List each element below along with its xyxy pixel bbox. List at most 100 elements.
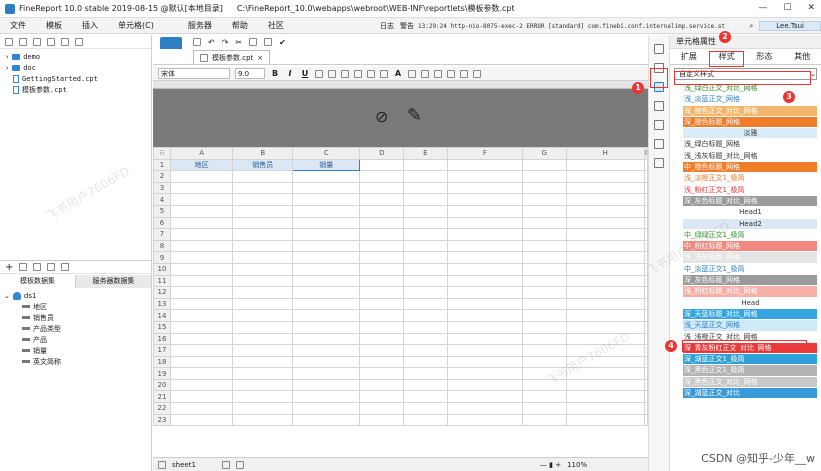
cell[interactable] bbox=[565, 181, 645, 195]
style-item[interactable]: 淡雅 bbox=[683, 128, 817, 140]
cell[interactable] bbox=[403, 204, 448, 218]
cell[interactable] bbox=[521, 251, 567, 264]
tab-shape[interactable]: 形态 bbox=[746, 49, 784, 64]
style-item[interactable]: 深_灰色标题_网格 bbox=[683, 275, 817, 287]
cell[interactable] bbox=[359, 216, 405, 230]
style-item[interactable]: 深_天蓝标题_对比_网格 bbox=[683, 308, 817, 321]
cell[interactable] bbox=[232, 181, 294, 195]
copy-icon[interactable] bbox=[61, 263, 70, 271]
cell[interactable] bbox=[446, 390, 523, 404]
link-icon[interactable] bbox=[654, 158, 664, 168]
cell[interactable] bbox=[446, 402, 523, 415]
cell[interactable] bbox=[292, 413, 361, 427]
italic-icon[interactable]: I bbox=[285, 69, 295, 78]
parameter-pane[interactable]: ⊘ ✎ bbox=[153, 89, 648, 147]
col-header[interactable]: G bbox=[521, 147, 567, 160]
style-item[interactable]: 浅_浅灰标题_网格 bbox=[683, 252, 817, 264]
cell-c1[interactable]: 销量 bbox=[292, 158, 361, 172]
style-item[interactable]: 浅_绿白标题_网格 bbox=[683, 139, 817, 151]
row-header[interactable]: 7 bbox=[153, 228, 171, 241]
cell[interactable] bbox=[446, 251, 523, 264]
align-right-icon[interactable] bbox=[341, 69, 349, 78]
cell[interactable] bbox=[292, 309, 361, 322]
cell[interactable] bbox=[292, 390, 361, 404]
menu-help[interactable]: 帮助 bbox=[222, 20, 258, 31]
widget-icon[interactable] bbox=[654, 120, 664, 130]
row-header[interactable]: 1 bbox=[153, 158, 171, 172]
rename-icon[interactable] bbox=[61, 37, 69, 46]
cell[interactable] bbox=[169, 413, 234, 427]
row-header[interactable]: 19 bbox=[153, 367, 171, 380]
cell[interactable] bbox=[169, 367, 234, 380]
tree-item-doc[interactable]: › doc bbox=[5, 62, 151, 73]
align-center-icon[interactable] bbox=[328, 69, 336, 78]
cell[interactable] bbox=[292, 297, 361, 311]
col-header[interactable]: B bbox=[232, 147, 294, 160]
font-color-icon[interactable]: A bbox=[393, 69, 403, 78]
paste-icon[interactable] bbox=[264, 38, 273, 46]
style-item[interactable]: 浅_天蓝正文_网格 bbox=[683, 320, 817, 332]
row-header[interactable]: 11 bbox=[153, 274, 171, 288]
cell[interactable] bbox=[565, 320, 645, 334]
cell[interactable] bbox=[359, 228, 405, 241]
cell[interactable] bbox=[359, 204, 405, 218]
slash-icon[interactable] bbox=[460, 69, 468, 78]
cell[interactable] bbox=[292, 320, 361, 334]
cell[interactable] bbox=[403, 355, 448, 369]
add-icon[interactable]: + bbox=[5, 262, 13, 273]
style-item[interactable]: 中_淡蓝正文1_极简 bbox=[683, 263, 817, 276]
cell[interactable] bbox=[446, 320, 523, 334]
cell[interactable] bbox=[359, 251, 405, 264]
cell[interactable] bbox=[169, 297, 234, 311]
cell[interactable] bbox=[446, 309, 523, 322]
font-select[interactable]: 宋体 bbox=[158, 68, 230, 79]
add-form-icon[interactable] bbox=[235, 460, 244, 469]
cell[interactable] bbox=[232, 239, 294, 253]
col-header[interactable]: E bbox=[403, 147, 448, 160]
new-folder-icon[interactable] bbox=[5, 37, 13, 46]
row-header[interactable]: 21 bbox=[153, 390, 171, 404]
cell[interactable] bbox=[232, 320, 294, 334]
cell[interactable] bbox=[403, 251, 448, 264]
style-item[interactable]: 浅_淡橙正文1_极简 bbox=[683, 173, 817, 185]
style-item[interactable]: 浅_粉红标题_对比_网格 bbox=[683, 286, 817, 298]
format-painter-icon[interactable]: ✔ bbox=[279, 38, 286, 47]
cut-icon[interactable]: ✂ bbox=[235, 38, 242, 47]
cell[interactable] bbox=[169, 274, 234, 288]
cell[interactable] bbox=[446, 413, 523, 427]
cell[interactable] bbox=[169, 193, 234, 206]
field-item[interactable]: 英文简称 bbox=[0, 356, 152, 367]
insert-row-icon[interactable] bbox=[434, 69, 442, 78]
fill-color-icon[interactable] bbox=[380, 69, 388, 78]
edit-pencil-icon[interactable]: ✎ bbox=[407, 105, 422, 126]
redo-icon[interactable]: ↷ bbox=[222, 38, 229, 47]
cell[interactable] bbox=[359, 170, 405, 183]
cell[interactable] bbox=[232, 332, 294, 346]
cell[interactable] bbox=[403, 390, 448, 404]
cell[interactable] bbox=[446, 367, 523, 380]
tab-other[interactable]: 其他 bbox=[783, 49, 821, 64]
cell[interactable] bbox=[446, 181, 523, 195]
field-item[interactable]: 地区 bbox=[0, 301, 152, 312]
cell[interactable] bbox=[565, 216, 645, 230]
cell[interactable] bbox=[446, 355, 523, 369]
cell[interactable] bbox=[521, 402, 567, 415]
cell[interactable] bbox=[403, 402, 448, 415]
cell[interactable] bbox=[292, 181, 361, 195]
cell[interactable] bbox=[232, 367, 294, 380]
row-header[interactable]: 8 bbox=[153, 239, 171, 253]
menu-server[interactable]: 服务器 bbox=[178, 20, 222, 31]
cell[interactable] bbox=[359, 286, 405, 299]
bold-icon[interactable]: B bbox=[270, 69, 280, 78]
cell[interactable] bbox=[403, 309, 448, 322]
cell[interactable] bbox=[521, 181, 567, 195]
cell[interactable] bbox=[169, 216, 234, 230]
close-tab-icon[interactable]: × bbox=[257, 54, 263, 62]
cell[interactable] bbox=[359, 367, 405, 380]
cell[interactable] bbox=[169, 344, 234, 357]
cell[interactable] bbox=[446, 158, 523, 172]
border-icon[interactable] bbox=[367, 69, 375, 78]
style-item[interactable]: 深_黑色正文1_极简 bbox=[683, 365, 817, 377]
cell[interactable] bbox=[232, 297, 294, 311]
cell[interactable] bbox=[359, 239, 405, 253]
